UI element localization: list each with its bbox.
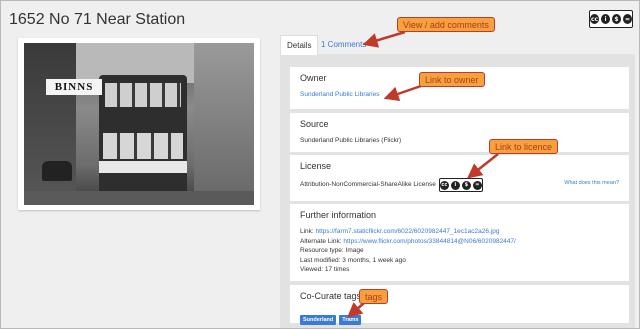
last-modified: Last modified: 3 months, 1 week ago bbox=[300, 256, 406, 264]
tab-details[interactable]: Details bbox=[280, 35, 319, 55]
alt-link-label: Alternate Link: bbox=[300, 237, 342, 245]
license-section: License Attribution-NonCommercial-ShareA… bbox=[290, 155, 629, 201]
source-heading: Source bbox=[300, 119, 329, 129]
alternate-link[interactable]: https://www.flickr.com/photos/33844814@N… bbox=[343, 238, 515, 245]
view-count: Viewed: 17 times bbox=[300, 266, 350, 273]
tag-trams[interactable]: Trams bbox=[339, 315, 362, 325]
tram-photo[interactable]: BINNS bbox=[24, 43, 254, 205]
callout-tags: tags bbox=[359, 289, 389, 304]
page-title: 1652 No 71 Near Station bbox=[9, 11, 186, 28]
owner-link[interactable]: Sunderland Public Libraries bbox=[300, 90, 619, 100]
license-heading: License bbox=[300, 161, 332, 171]
photo-sign: BINNS bbox=[46, 79, 102, 95]
source-section: Source Sunderland Public Libraries (Flic… bbox=[290, 113, 629, 152]
further-info-section: Further information Link: https://farm7.… bbox=[290, 204, 629, 281]
tab-comments[interactable]: 1 Comments bbox=[315, 35, 372, 55]
cc-by-nc-sa-icon[interactable]: cc i $ = bbox=[438, 178, 483, 192]
callout-comments: View / add comments bbox=[397, 17, 495, 32]
creative-commons-icon[interactable]: cc i $ = bbox=[589, 10, 633, 28]
link-label: Link: bbox=[300, 228, 314, 235]
source-value: Sunderland Public Libraries (Flickr) bbox=[300, 137, 402, 144]
tags-heading: Co-Curate tags bbox=[300, 291, 362, 301]
screenshot-frame: 1652 No 71 Near Station cc i $ = BINNS Deta… bbox=[0, 0, 640, 329]
image-link[interactable]: https://farm7.staticflickr.com/6022/6020… bbox=[316, 228, 500, 235]
license-value: Attribution-NonCommercial-ShareAlike Lic… bbox=[300, 181, 436, 189]
license-help-link[interactable]: What does this mean? bbox=[564, 180, 619, 186]
callout-licence: Link to licence bbox=[489, 139, 559, 154]
photo-card: BINNS bbox=[18, 38, 260, 210]
further-heading: Further information bbox=[300, 210, 377, 220]
tag-sunderland[interactable]: Sunderland bbox=[300, 315, 337, 325]
tags-section: Co-Curate tags Sunderland Trams bbox=[290, 285, 629, 325]
resource-type: Resource type: Image bbox=[300, 247, 364, 254]
callout-owner: Link to owner bbox=[419, 72, 485, 87]
